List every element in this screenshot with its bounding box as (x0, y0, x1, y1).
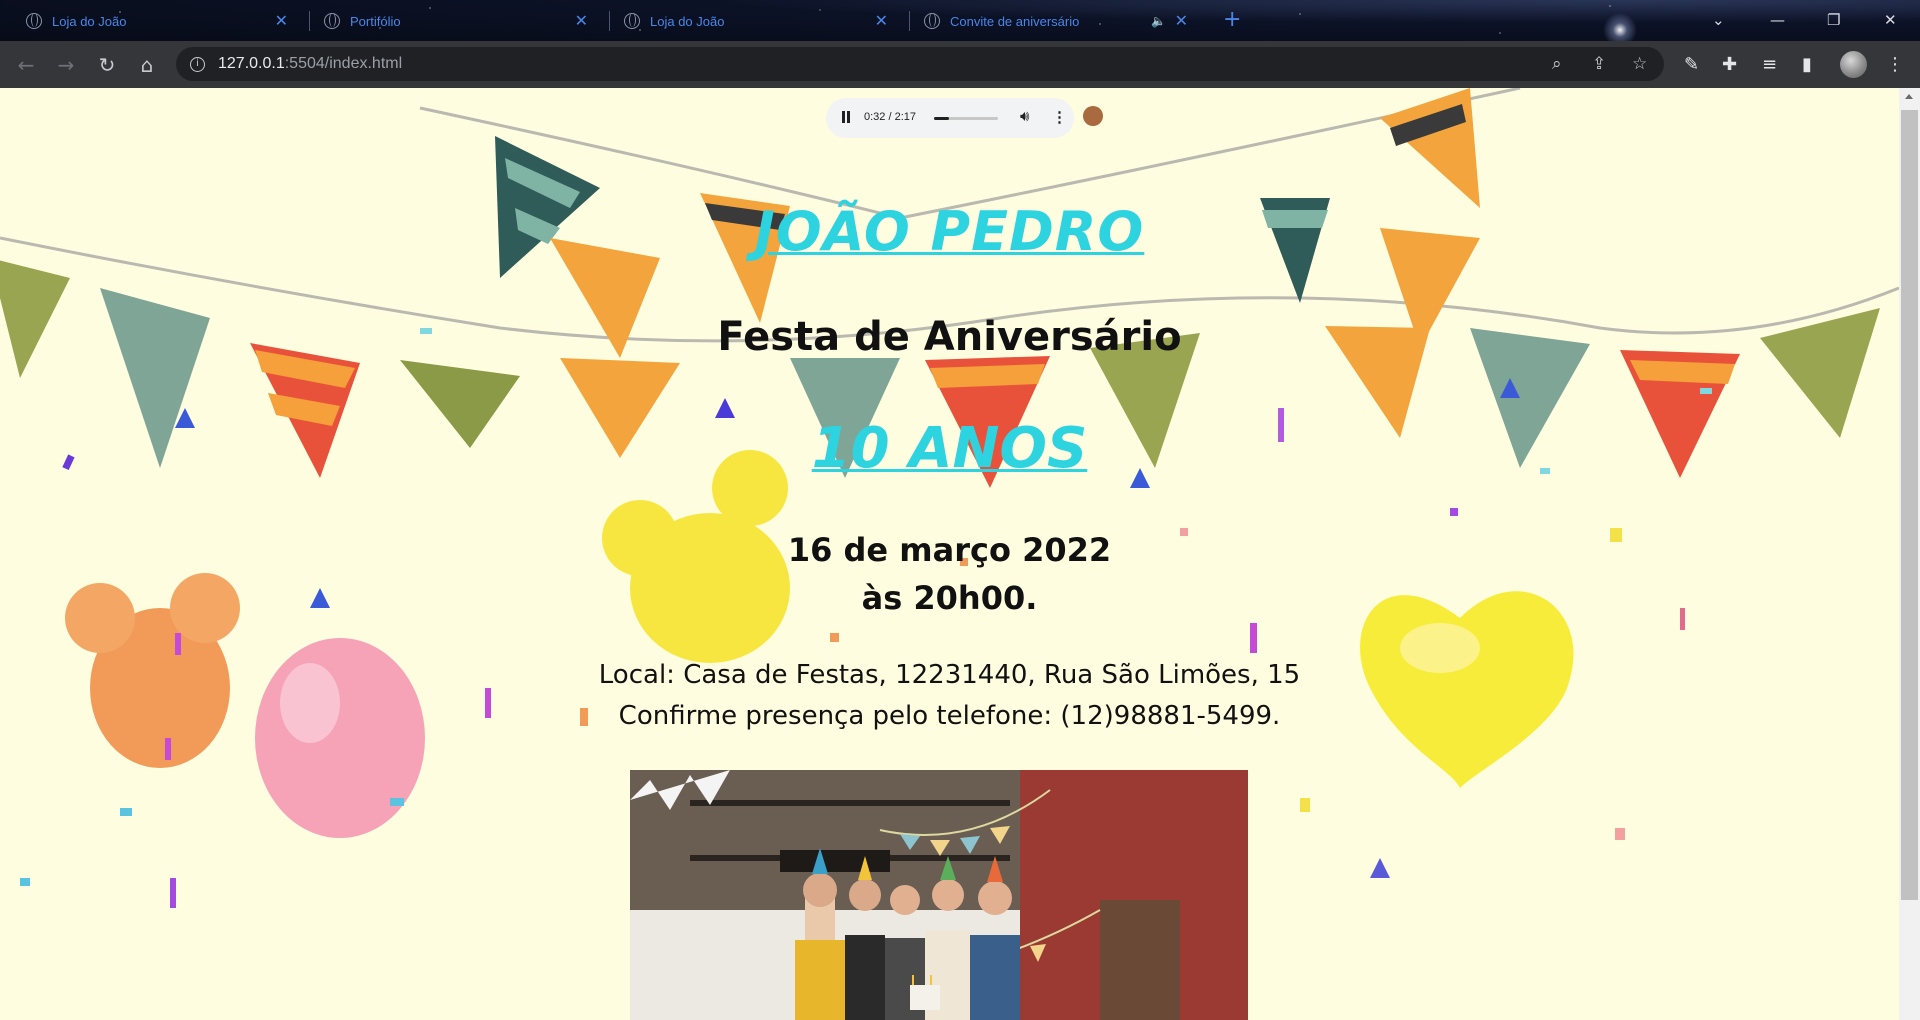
audio-menu-icon[interactable]: ⋮ (1052, 108, 1067, 126)
url-path: :5504/index.html (284, 55, 403, 72)
close-icon[interactable]: ✕ (1175, 11, 1188, 31)
audio-time: 0:32 / 2:17 (864, 111, 916, 123)
tab-strip: Loja do João ✕ Portifólio ✕ Loja do João… (0, 0, 1920, 50)
tab-search-chevron-icon[interactable]: ⌄ (1712, 6, 1725, 34)
back-button[interactable]: ← (12, 51, 40, 79)
event-date: 16 de março 2022 (787, 531, 1112, 569)
page-scrollbar[interactable] (1899, 88, 1920, 1020)
age-heading: 10 ANOS (811, 416, 1088, 481)
forward-button[interactable]: → (52, 51, 80, 79)
tab-title: Loja do João (650, 13, 725, 29)
event-time: às 20h00. (861, 579, 1038, 617)
globe-icon (624, 13, 640, 29)
tab-separator (609, 11, 610, 31)
audio-player[interactable]: 0:32 / 2:17 🔊︎ ⋮ (826, 98, 1074, 138)
event-info: Local: Casa de Festas, 12231440, Rua São… (0, 655, 1899, 737)
tab-separator (909, 11, 910, 31)
address-bar[interactable]: i 127.0.0.1:5504/index.html ⌕ ⇪ ☆ (176, 47, 1664, 81)
volume-icon[interactable]: 🔊︎ (1020, 108, 1029, 125)
rsvp-phone: Confirme presença pelo telefone: (12)988… (618, 701, 1281, 731)
minimize-button[interactable]: — (1770, 6, 1785, 34)
url-text[interactable]: 127.0.0.1:5504/index.html (218, 55, 402, 73)
globe-icon (324, 13, 340, 29)
media-control-icon[interactable]: ≡ (1762, 55, 1777, 75)
browser-toolbar: ← → ↻ ⌂ i 127.0.0.1:5504/index.html ⌕ ⇪ … (0, 41, 1920, 88)
profile-avatar[interactable] (1840, 51, 1867, 78)
reload-button[interactable]: ↻ (93, 51, 121, 79)
tab-title: Portifólio (350, 13, 401, 29)
tab-title: Loja do João (52, 13, 127, 29)
url-host: 127.0.0.1 (218, 55, 285, 72)
tab-separator (309, 11, 310, 31)
extension-pen-icon[interactable]: ✎ (1684, 55, 1699, 75)
scrollbar-thumb[interactable] (1901, 110, 1918, 900)
close-icon[interactable]: ✕ (875, 11, 888, 31)
globe-icon (924, 13, 940, 29)
extensions-puzzle-icon[interactable]: ✚ (1722, 55, 1737, 75)
close-icon[interactable]: ✕ (575, 11, 588, 31)
audio-progress-slider[interactable] (934, 117, 998, 120)
menu-kebab-icon[interactable]: ⋮ (1886, 55, 1904, 75)
tab-portifolio[interactable]: Portifólio ✕ (324, 6, 598, 36)
party-photo (630, 770, 1248, 1020)
invite-subtitle: Festa de Aniversário (717, 314, 1182, 360)
tab-loja-do-joao-1[interactable]: Loja do João ✕ (26, 6, 298, 36)
page-viewport: 0:32 / 2:17 🔊︎ ⋮ JOÃO PEDRO Festa de Ani… (0, 88, 1899, 1020)
pause-icon[interactable] (841, 111, 851, 123)
side-panel-icon[interactable]: ▮ (1802, 55, 1812, 75)
restore-button[interactable]: ❐ (1827, 6, 1840, 34)
event-date-time: 16 de março 2022 às 20h00. (0, 526, 1899, 622)
share-icon[interactable]: ⇪ (1592, 54, 1606, 74)
info-icon[interactable]: i (190, 57, 205, 72)
close-icon[interactable]: ✕ (275, 11, 288, 31)
tab-loja-do-joao-2[interactable]: Loja do João ✕ (624, 6, 898, 36)
tab-convite-de-aniversario[interactable]: Convite de aniversário 🔈 ✕ (924, 6, 1198, 36)
speaker-icon[interactable]: 🔈 (1151, 14, 1166, 28)
globe-icon (26, 13, 42, 29)
zoom-icon[interactable]: ⌕ (1552, 54, 1562, 74)
close-window-button[interactable]: ✕ (1884, 6, 1897, 34)
bookmark-star-icon[interactable]: ☆ (1632, 54, 1647, 74)
party-photo-drawing (630, 770, 1248, 1020)
tab-title: Convite de aniversário (950, 13, 1080, 29)
audio-progress-fill (934, 117, 949, 120)
scroll-up-icon[interactable] (1905, 94, 1913, 99)
birthday-child-name: JOÃO PEDRO (754, 200, 1145, 263)
event-location: Local: Casa de Festas, 12231440, Rua São… (598, 660, 1301, 690)
home-button[interactable]: ⌂ (133, 51, 161, 79)
new-tab-button[interactable]: + (1223, 6, 1241, 34)
